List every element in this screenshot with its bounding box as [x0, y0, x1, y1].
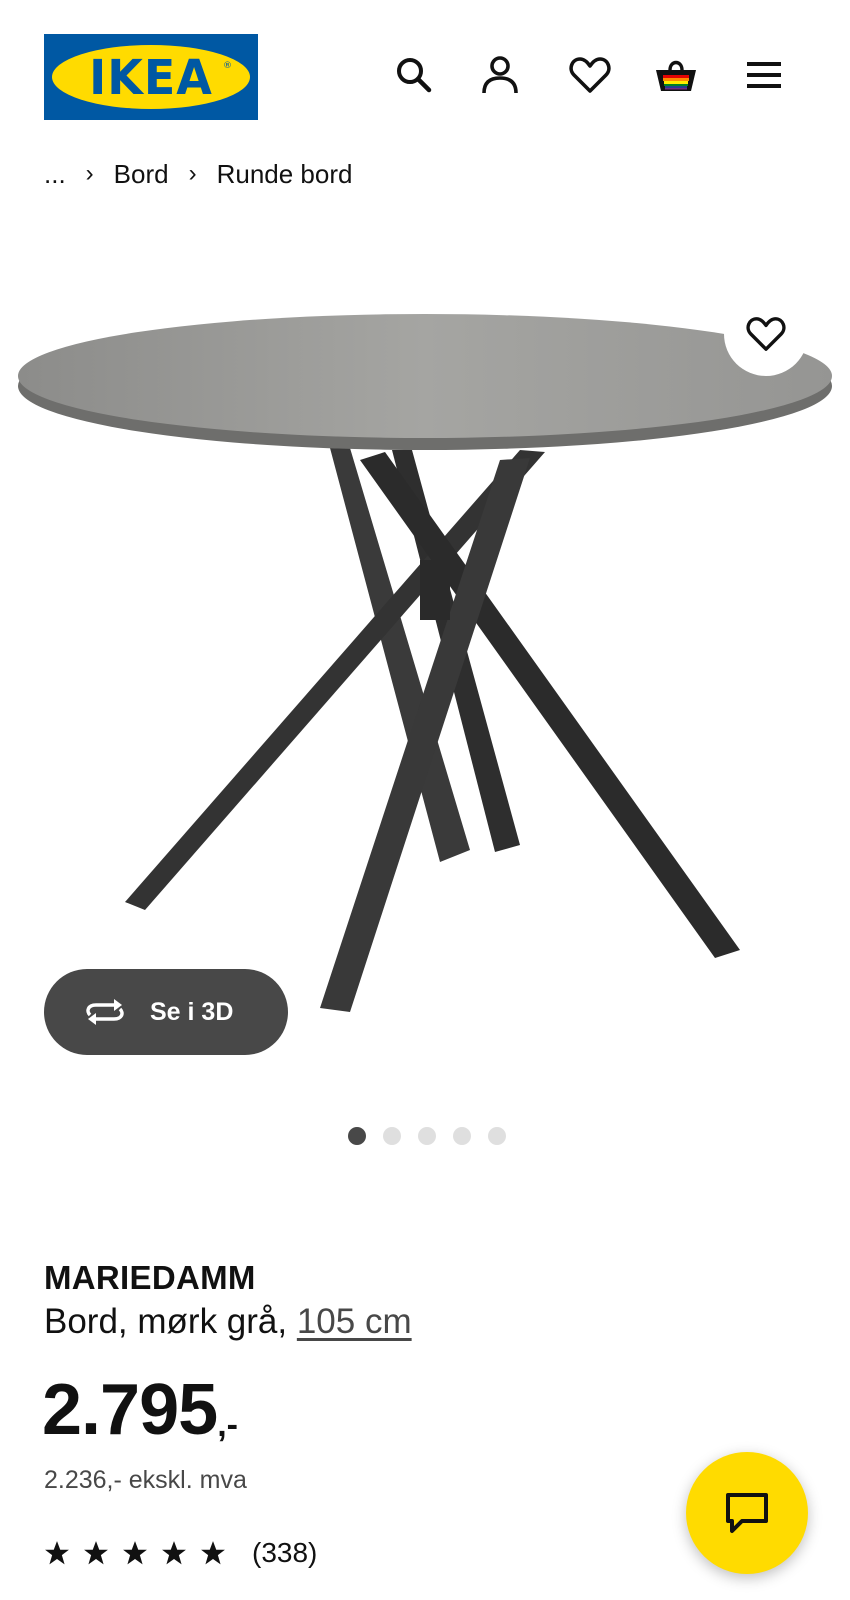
- price: 2.795 ,-: [42, 1374, 238, 1446]
- search-icon[interactable]: [391, 52, 437, 98]
- pagination-dot[interactable]: [418, 1127, 436, 1145]
- price-main: 2.795: [42, 1370, 218, 1450]
- star-icon: [122, 1540, 148, 1566]
- rating-count: (338): [252, 1537, 318, 1568]
- breadcrumb-item-bord[interactable]: Bord: [114, 159, 169, 190]
- rating-stars: [44, 1540, 226, 1566]
- logo-registered-mark: ®: [223, 61, 232, 71]
- product-name: MARIEDAMM: [44, 1259, 256, 1296]
- account-icon[interactable]: [477, 52, 523, 98]
- star-icon: [161, 1540, 187, 1566]
- breadcrumb-separator: ›: [188, 160, 197, 187]
- chat-icon: [724, 1491, 770, 1535]
- price-suffix: ,-: [217, 1406, 238, 1444]
- pagination-dot[interactable]: [383, 1127, 401, 1145]
- product-page: IKEA ® ... › Bord › Runde bord Se i 3D M…: [0, 0, 850, 1600]
- breadcrumb-separator: ›: [85, 160, 94, 187]
- star-icon: [83, 1540, 109, 1566]
- favourites-icon[interactable]: [567, 52, 613, 98]
- basket-icon[interactable]: [653, 52, 699, 98]
- breadcrumb-ellipsis[interactable]: ...: [44, 159, 66, 190]
- heart-icon: [746, 316, 786, 352]
- pagination-dot[interactable]: [453, 1127, 471, 1145]
- menu-icon[interactable]: [741, 52, 787, 98]
- rating[interactable]: (338): [44, 1537, 317, 1569]
- logo-oval: IKEA ®: [52, 45, 250, 109]
- product-image[interactable]: [0, 290, 850, 1050]
- chat-button[interactable]: [686, 1452, 808, 1574]
- star-icon: [44, 1540, 70, 1566]
- image-pagination: [0, 1127, 850, 1147]
- size-link[interactable]: 105 cm: [297, 1302, 412, 1341]
- add-to-favourites-button[interactable]: [724, 292, 808, 376]
- breadcrumb: ... › Bord › Runde bord: [44, 158, 352, 190]
- ikea-logo[interactable]: IKEA ®: [44, 34, 258, 120]
- view-in-3d-button[interactable]: Se i 3D: [44, 969, 288, 1055]
- view-in-3d-label: Se i 3D: [150, 997, 234, 1026]
- price-excl-vat: 2.236,- ekskl. mva: [44, 1466, 247, 1494]
- star-icon: [200, 1540, 226, 1566]
- rotate-3d-icon: [82, 997, 128, 1027]
- pagination-dot[interactable]: [488, 1127, 506, 1145]
- product-description: Bord, mørk grå, 105 cm: [44, 1302, 412, 1342]
- breadcrumb-item-runde-bord[interactable]: Runde bord: [217, 159, 353, 190]
- logo-text: IKEA: [89, 48, 213, 106]
- pagination-dot[interactable]: [348, 1127, 366, 1145]
- product-description-text: Bord, mørk grå,: [44, 1302, 288, 1341]
